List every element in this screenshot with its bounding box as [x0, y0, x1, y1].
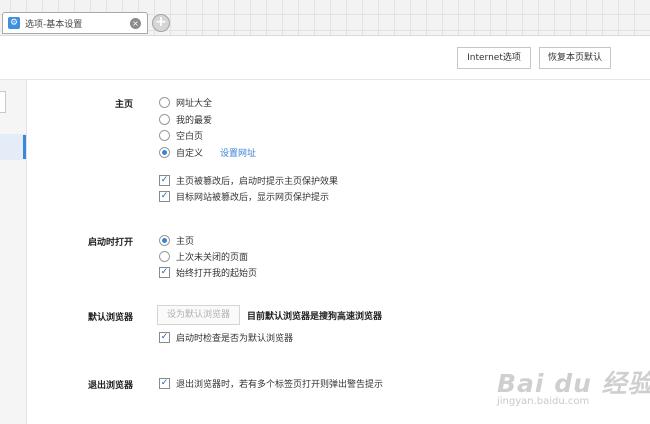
- close-icon[interactable]: ×: [130, 18, 141, 29]
- radio-button[interactable]: [159, 130, 170, 141]
- checkbox-checked[interactable]: ✓: [159, 191, 170, 202]
- startup-option-homepage[interactable]: 主页: [159, 234, 194, 247]
- radio-button[interactable]: [159, 251, 170, 262]
- baidu-jingyan-watermark: Bai du 经验 jingyan.baidu.com: [497, 369, 650, 407]
- checkbox-checked[interactable]: ✓: [159, 378, 170, 389]
- homepage-option-custom[interactable]: 自定义 设置网址: [159, 146, 256, 159]
- tab-title: 选项-基本设置: [25, 19, 83, 30]
- homepage-option-favorites[interactable]: 我的最爱: [159, 113, 212, 126]
- tab-options-basic[interactable]: ⚙ 选项-基本设置 ×: [2, 12, 148, 34]
- checkbox-checked[interactable]: ✓: [159, 267, 170, 278]
- startup-option-last-session[interactable]: 上次未关闭的页面: [159, 250, 248, 263]
- internet-options-button[interactable]: Internet选项: [457, 47, 531, 69]
- set-default-browser-button[interactable]: 设为默认浏览器: [157, 305, 240, 325]
- exit-warning-check[interactable]: ✓ 退出浏览器时，若有多个标签页打开则弹出警告提示: [159, 377, 383, 390]
- radio-button-selected[interactable]: [159, 235, 170, 246]
- homepage-protect-check[interactable]: ✓ 主页被篡改后，启动时提示主页保护效果: [159, 174, 338, 187]
- homepage-label: 主页: [114, 100, 133, 110]
- default-browser-label: 默认浏览器: [87, 313, 133, 323]
- new-tab-button[interactable]: +: [152, 14, 170, 32]
- restore-default-button[interactable]: 恢复本页默认: [539, 47, 611, 69]
- settings-gear-icon: ⚙: [8, 17, 20, 29]
- sidebar: [0, 80, 27, 424]
- radio-button-selected[interactable]: [159, 147, 170, 158]
- radio-button[interactable]: [159, 97, 170, 108]
- toolbar-divider: [0, 79, 650, 80]
- startup-label: 启动时打开: [87, 238, 133, 248]
- sidebar-active-indicator: [23, 135, 26, 159]
- exit-browser-label: 退出浏览器: [87, 381, 133, 391]
- homepage-option-site-nav[interactable]: 网址大全: [159, 96, 212, 109]
- site-protect-check[interactable]: ✓ 目标网站被篡改后，显示网页保护提示: [159, 190, 329, 203]
- radio-button[interactable]: [159, 114, 170, 125]
- current-default-browser-status: 目前默认浏览器是搜狗高速浏览器: [247, 312, 383, 322]
- checkbox-checked[interactable]: ✓: [159, 332, 170, 343]
- tab-strip: ⚙ 选项-基本设置 × +: [0, 0, 650, 36]
- checkbox-checked[interactable]: ✓: [159, 175, 170, 186]
- homepage-option-blank[interactable]: 空白页: [159, 129, 203, 142]
- startup-open-start-page-check[interactable]: ✓ 始终打开我的起始页: [159, 266, 257, 279]
- check-default-on-startup[interactable]: ✓ 启动时检查是否为默认浏览器: [159, 331, 293, 344]
- sidebar-search-input[interactable]: [0, 91, 6, 113]
- set-url-link[interactable]: 设置网址: [220, 146, 256, 159]
